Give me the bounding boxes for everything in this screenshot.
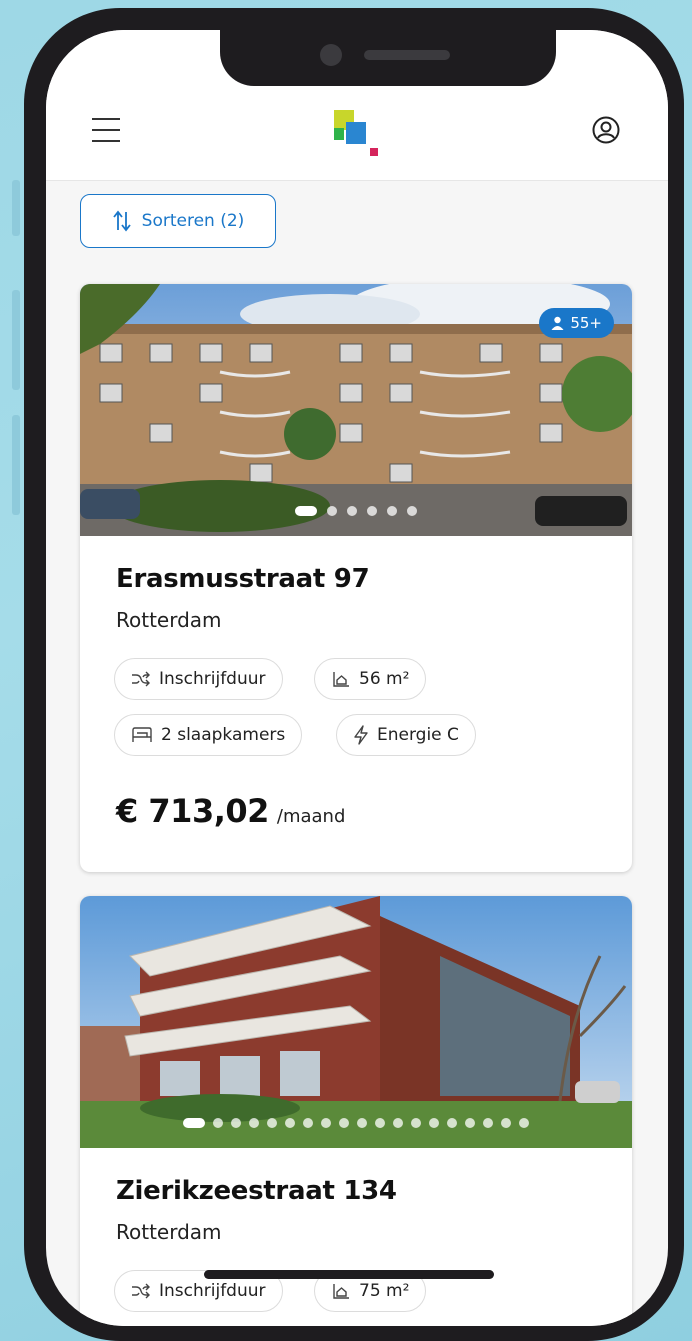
pagination-dot[interactable] [357,1118,367,1128]
background-decoration [12,180,20,236]
lightning-icon [354,725,368,745]
pagination-dot[interactable] [501,1118,511,1128]
pagination-dot[interactable] [285,1118,295,1128]
listing-city: Rotterdam [116,608,222,632]
pagination-dot[interactable] [429,1118,439,1128]
pagination-dot[interactable] [387,506,397,516]
chip-area: 56 m² [314,658,427,700]
pagination-dot[interactable] [483,1118,493,1128]
sort-arrows-icon [112,210,131,232]
pagination-dot[interactable] [231,1118,241,1128]
area-icon [333,1284,349,1299]
pagination-dot[interactable] [339,1118,349,1128]
phone-screen: Sorteren (2) 55+ Erasmusstraat 97 Rotter… [46,30,668,1326]
pagination-dot[interactable] [367,506,377,516]
hamburger-menu-icon[interactable] [92,118,120,142]
photo-pagination[interactable] [80,506,632,516]
brand-logo-icon[interactable] [334,110,382,158]
bed-icon [132,727,152,742]
pagination-dot[interactable] [213,1118,223,1128]
shuffle-icon [132,671,150,687]
pagination-dot[interactable] [347,506,357,516]
phone-notch [220,30,556,86]
chip-label: Energie C [377,725,459,745]
camera-icon [320,44,342,66]
price-unit: /maand [276,806,346,827]
badge-label: 55+ [570,314,602,332]
chip-energy: Energie C [336,714,476,756]
chip-label: Inschrijfduur [159,1281,266,1301]
chip-inschrijfduur: Inschrijfduur [114,658,283,700]
pagination-dot[interactable] [519,1118,529,1128]
listing-price: € 713,02 /maand [116,792,345,830]
phone-frame: Sorteren (2) 55+ Erasmusstraat 97 Rotter… [24,8,684,1341]
listing-card[interactable]: 55+ Erasmusstraat 97 Rotterdam Inschrijf… [80,284,632,872]
pagination-dot[interactable] [465,1118,475,1128]
listing-title[interactable]: Zierikzeestraat 134 [116,1176,397,1206]
pagination-dot[interactable] [321,1118,331,1128]
home-indicator[interactable] [204,1270,494,1279]
pagination-dot[interactable] [295,506,317,516]
price-amount: € 713,02 [116,792,269,830]
chip-label: 2 slaapkamers [161,725,286,745]
speaker-grille [364,50,450,60]
user-circle-icon[interactable] [592,116,620,144]
pagination-dot[interactable] [249,1118,259,1128]
pagination-dot[interactable] [447,1118,457,1128]
pagination-dot[interactable] [375,1118,385,1128]
pagination-dot[interactable] [267,1118,277,1128]
pagination-dot[interactable] [183,1118,205,1128]
chip-label: 75 m² [359,1281,410,1301]
person-icon [551,316,564,330]
background-decoration [12,415,20,515]
pagination-dot[interactable] [327,506,337,516]
listing-photo[interactable] [80,896,632,1148]
listing-city: Rotterdam [116,1220,222,1244]
background-decoration [12,290,20,390]
photo-pagination[interactable] [80,1118,632,1128]
shuffle-icon [132,1283,150,1299]
listing-card[interactable]: Zierikzeestraat 134 Rotterdam Inschrijfd… [80,896,632,1326]
chip-label: Inschrijfduur [159,669,266,689]
listing-title[interactable]: Erasmusstraat 97 [116,564,370,594]
pagination-dot[interactable] [303,1118,313,1128]
age-badge: 55+ [539,308,614,338]
sort-button[interactable]: Sorteren (2) [80,194,276,248]
area-icon [333,672,349,687]
pagination-dot[interactable] [393,1118,403,1128]
chip-bedrooms: 2 slaapkamers [114,714,303,756]
pagination-dot[interactable] [407,506,417,516]
sort-label: Sorteren (2) [141,211,245,231]
chip-label: 56 m² [359,669,410,689]
pagination-dot[interactable] [411,1118,421,1128]
